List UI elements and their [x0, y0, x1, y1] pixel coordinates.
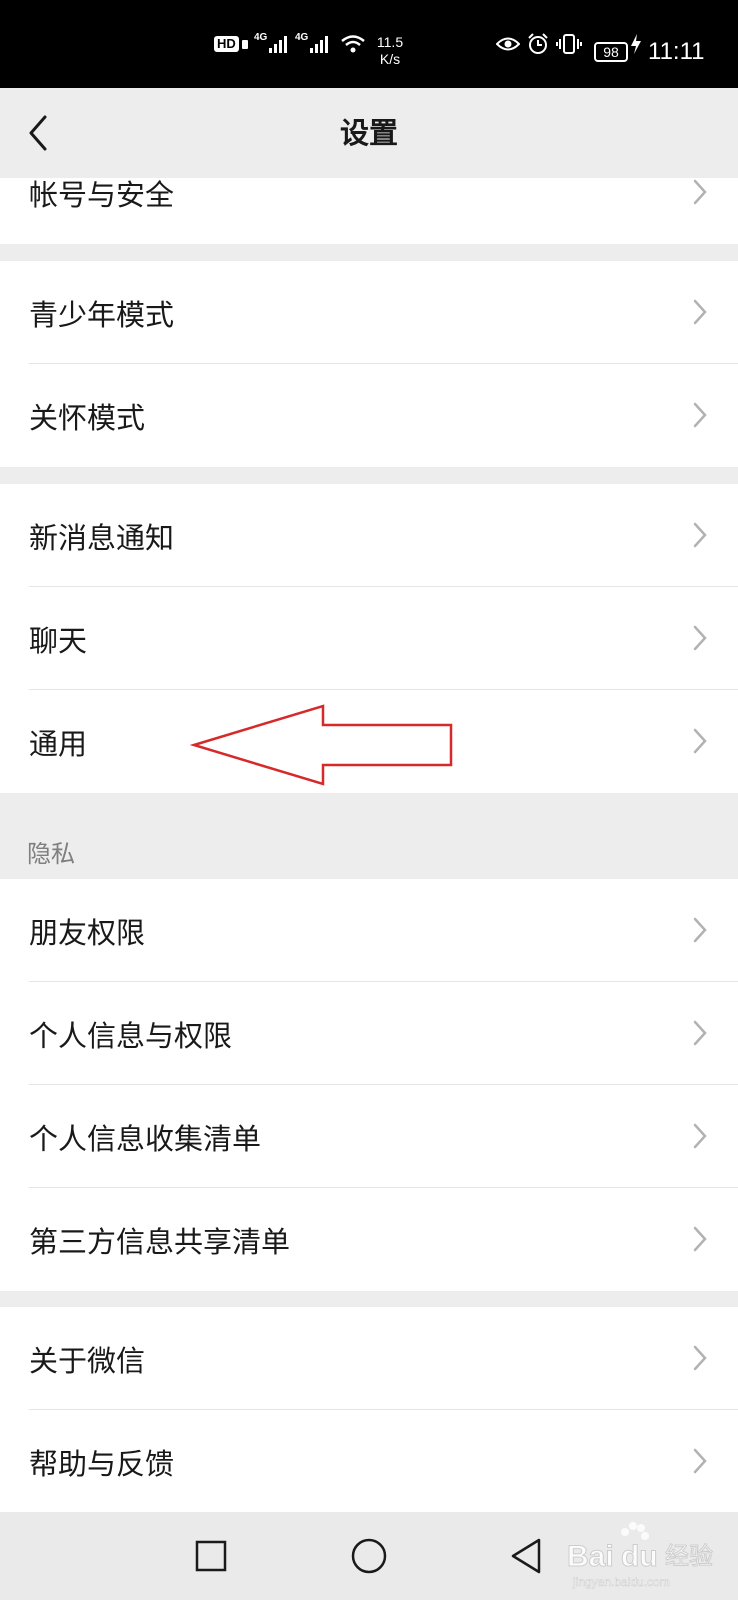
system-back-button[interactable] [504, 1534, 548, 1578]
list-item-notifications[interactable]: 新消息通知 [0, 484, 738, 587]
battery-icon: 98 [594, 42, 628, 62]
signal-bars-1 [269, 36, 288, 53]
svg-text:du: du [621, 1540, 658, 1573]
hd-icon: HD [214, 0, 249, 88]
circle-icon [351, 1538, 387, 1574]
home-button[interactable] [347, 1534, 391, 1578]
list-item-label: 新消息通知 [29, 520, 175, 555]
list-item-chat[interactable]: 聊天 [0, 587, 738, 690]
list-item-label: 个人信息与权限 [29, 1018, 233, 1053]
chevron-right-icon [693, 1345, 707, 1371]
hd-call-icon [241, 40, 248, 49]
list-item-label: 聊天 [29, 623, 88, 658]
chevron-right-icon [693, 1123, 707, 1149]
speed-value: 11.5 [376, 34, 404, 50]
svg-text:Bai: Bai [567, 1540, 614, 1573]
wifi-icon [340, 0, 366, 88]
hd-badge: HD [214, 36, 239, 52]
svg-text:经验: 经验 [665, 1542, 713, 1570]
settings-group-modes: 青少年模式 关怀模式 [0, 261, 738, 467]
list-item-label: 通用 [29, 726, 88, 761]
list-item-label: 帐号与安全 [29, 178, 175, 212]
alarm-icon [527, 0, 549, 88]
chevron-right-icon [693, 299, 707, 325]
recent-apps-button[interactable] [189, 1534, 233, 1578]
list-item-third-party-sharing-list[interactable]: 第三方信息共享清单 [0, 1188, 738, 1291]
list-item-label: 帮助与反馈 [29, 1446, 175, 1481]
clock: 11:11 [648, 38, 705, 65]
network-speed: 11.5 K/s [370, 34, 410, 68]
chevron-right-icon [693, 402, 707, 428]
list-item-label: 青少年模式 [29, 297, 175, 332]
svg-text:jingyan.baidu.com: jingyan.baidu.com [572, 1575, 670, 1589]
chevron-right-icon [693, 917, 707, 943]
status-bar: HD 4G 4G 11.5 K/s 98 11:11 [0, 0, 738, 88]
list-item-label: 个人信息收集清单 [29, 1121, 262, 1156]
eye-icon [496, 0, 520, 88]
net-type-2: 4G [295, 31, 309, 43]
page-title: 设置 [339, 116, 398, 150]
list-item-label: 第三方信息共享清单 [29, 1224, 291, 1259]
chevron-right-icon [693, 1448, 707, 1474]
list-item-info-collection-list[interactable]: 个人信息收集清单 [0, 1085, 738, 1188]
section-header-privacy: 隐私 [27, 840, 75, 868]
signal-icon-2: 4G [295, 0, 332, 88]
signal-bars-2 [310, 36, 329, 53]
list-item-label: 关于微信 [29, 1343, 146, 1378]
net-type-1: 4G [254, 31, 268, 43]
list-item-personal-info-permissions[interactable]: 个人信息与权限 [0, 982, 738, 1085]
square-icon [195, 1540, 227, 1572]
chevron-right-icon [693, 1226, 707, 1252]
chevron-right-icon [693, 1020, 707, 1046]
chevron-right-icon [693, 179, 707, 205]
vibrate-icon [556, 0, 582, 88]
chevron-right-icon [693, 522, 707, 548]
list-item-friend-permissions[interactable]: 朋友权限 [0, 879, 738, 982]
speed-unit: K/s [379, 51, 401, 67]
nav-header: 设置 [0, 88, 738, 178]
baidu-watermark-logo: Bai du 经验 jingyan.baidu.com [567, 1522, 714, 1589]
triangle-back-icon [511, 1538, 541, 1574]
chevron-right-icon [693, 625, 707, 651]
list-item-about-wechat[interactable]: 关于微信 [0, 1307, 738, 1410]
chevron-right-icon [693, 728, 707, 754]
list-item-youth-mode[interactable]: 青少年模式 [0, 261, 738, 364]
signal-icon: 4G [254, 0, 291, 88]
list-item-care-mode[interactable]: 关怀模式 [0, 364, 738, 467]
list-item-general[interactable]: 通用 [0, 690, 738, 793]
settings-group-account: 帐号与安全 [0, 178, 738, 244]
charging-icon [630, 0, 642, 88]
list-item-label: 关怀模式 [29, 400, 146, 435]
settings-group-privacy: 朋友权限 个人信息与权限 个人信息收集清单 第三方信息共享清单 [0, 879, 738, 1291]
settings-group-general: 新消息通知 聊天 通用 [0, 484, 738, 793]
list-item-account-security[interactable]: 帐号与安全 [0, 178, 738, 244]
list-item-label: 朋友权限 [29, 915, 146, 950]
settings-group-about: 关于微信 帮助与反馈 [0, 1307, 738, 1513]
list-item-help-feedback[interactable]: 帮助与反馈 [0, 1410, 738, 1513]
